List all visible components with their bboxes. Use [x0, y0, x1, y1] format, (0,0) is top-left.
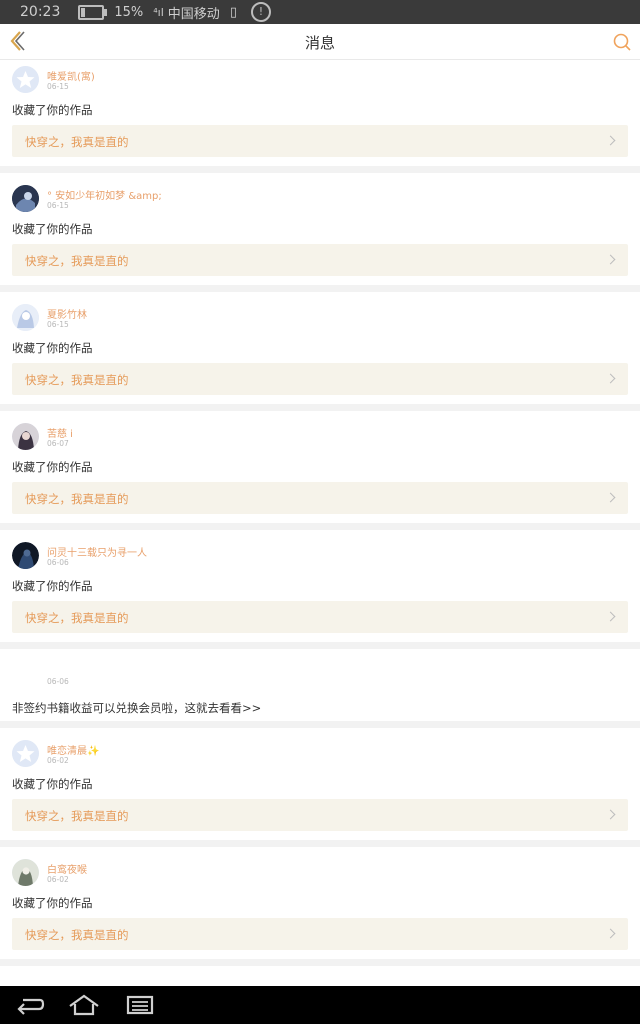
username[interactable]: 白鸾夜喉 — [47, 861, 87, 876]
message-action: 收藏了你的作品 — [12, 341, 93, 355]
message-date: 06-06 — [47, 677, 69, 686]
carrier-name: 中国移动 — [167, 6, 220, 22]
star-icon — [12, 740, 39, 767]
work-title: 快穿之，我真是直的 — [25, 809, 129, 823]
username[interactable]: 唯爱凯(寓) — [47, 68, 95, 83]
home-nav-icon[interactable] — [68, 994, 100, 1016]
notice-text[interactable]: 非签约书籍收益可以兑换会员啦，这就去看看>> — [12, 700, 261, 716]
search-icon[interactable] — [612, 32, 632, 52]
signal-icon: ⁴ıl — [153, 5, 164, 19]
avatar[interactable] — [12, 185, 39, 212]
notice-card[interactable]: 06-06 非签约书籍收益可以兑换会员啦，这就去看看>> — [0, 649, 640, 721]
message-action: 收藏了你的作品 — [12, 222, 93, 236]
message-action: 收藏了你的作品 — [12, 579, 93, 593]
message-date: 06-07 — [47, 439, 69, 448]
chevron-right-icon — [605, 254, 616, 265]
message-date: 06-15 — [47, 320, 69, 329]
avatar[interactable] — [12, 423, 39, 450]
username[interactable]: 夏影竹林 — [47, 306, 87, 321]
user-photo-icon — [12, 542, 39, 569]
user-photo-icon — [12, 304, 39, 331]
work-link[interactable]: 快穿之，我真是直的 — [12, 244, 628, 276]
message-action: 收藏了你的作品 — [12, 103, 93, 117]
app-header: 消息 — [0, 24, 640, 60]
work-link[interactable]: 快穿之，我真是直的 — [12, 918, 628, 950]
chevron-right-icon — [605, 492, 616, 503]
username[interactable]: 唯恋清晨✨ — [47, 742, 99, 757]
avatar[interactable] — [12, 740, 39, 767]
username[interactable]: ° 安如少年初如梦 &amp; — [47, 187, 162, 202]
work-title: 快穿之，我真是直的 — [25, 254, 129, 268]
menu-nav-icon[interactable] — [124, 994, 156, 1016]
message-action: 收藏了你的作品 — [12, 777, 93, 791]
chevron-right-icon — [605, 135, 616, 146]
avatar[interactable] — [12, 859, 39, 886]
username[interactable]: 问灵十三载只为寻一人 — [47, 544, 147, 559]
work-link[interactable]: 快穿之，我真是直的 — [12, 799, 628, 831]
work-link[interactable]: 快穿之，我真是直的 — [12, 125, 628, 157]
info-icon: ! — [250, 2, 271, 22]
work-title: 快穿之，我真是直的 — [25, 928, 129, 942]
message-date: 06-15 — [47, 201, 69, 210]
chevron-right-icon — [605, 809, 616, 820]
message-card: 唯爱凯(寓) 06-15 收藏了你的作品 快穿之，我真是直的 — [0, 60, 640, 166]
status-time: 20:23 — [20, 4, 61, 20]
work-title: 快穿之，我真是直的 — [25, 135, 129, 149]
message-card: 唯恋清晨✨ 06-02 收藏了你的作品 快穿之，我真是直的 — [0, 728, 640, 840]
message-date: 06-02 — [47, 756, 69, 765]
user-photo-icon — [12, 423, 39, 450]
message-card: ° 安如少年初如梦 &amp; 06-15 收藏了你的作品 快穿之，我真是直的 — [0, 173, 640, 285]
message-card: 白鸾夜喉 06-02 收藏了你的作品 快穿之，我真是直的 — [0, 847, 640, 959]
back-nav-icon[interactable] — [14, 994, 46, 1016]
username[interactable]: 苦慈 i — [47, 425, 73, 440]
avatar[interactable] — [12, 542, 39, 569]
system-nav-bar — [0, 986, 640, 1024]
work-link[interactable]: 快穿之，我真是直的 — [12, 601, 628, 633]
vibrate-icon: ▯ — [229, 4, 237, 20]
avatar[interactable] — [12, 304, 39, 331]
page-title: 消息 — [304, 34, 335, 52]
work-link[interactable]: 快穿之，我真是直的 — [12, 363, 628, 395]
message-action: 收藏了你的作品 — [12, 460, 93, 474]
message-card: 夏影竹林 06-15 收藏了你的作品 快穿之，我真是直的 — [0, 292, 640, 404]
status-bar: 20:23 15% ⁴ıl 中国移动 ▯ ! — [0, 0, 640, 24]
message-date: 06-06 — [47, 558, 69, 567]
message-date: 06-15 — [47, 82, 69, 91]
work-title: 快穿之，我真是直的 — [25, 611, 129, 625]
chevron-right-icon — [605, 373, 616, 384]
work-title: 快穿之，我真是直的 — [25, 373, 129, 387]
user-photo-icon — [12, 185, 39, 212]
message-action: 收藏了你的作品 — [12, 896, 93, 910]
message-card: 苦慈 i 06-07 收藏了你的作品 快穿之，我真是直的 — [0, 411, 640, 523]
chevron-right-icon — [605, 611, 616, 622]
star-icon — [12, 66, 39, 93]
work-link[interactable]: 快穿之，我真是直的 — [12, 482, 628, 514]
message-date: 06-02 — [47, 875, 69, 884]
chevron-right-icon — [605, 928, 616, 939]
battery-icon — [78, 4, 108, 20]
user-photo-icon — [12, 859, 39, 886]
battery-percent: 15% — [114, 4, 144, 20]
message-card: 问灵十三载只为寻一人 06-06 收藏了你的作品 快穿之，我真是直的 — [0, 530, 640, 642]
avatar[interactable] — [12, 66, 39, 93]
work-title: 快穿之，我真是直的 — [25, 492, 129, 506]
message-card-partial — [0, 966, 640, 986]
